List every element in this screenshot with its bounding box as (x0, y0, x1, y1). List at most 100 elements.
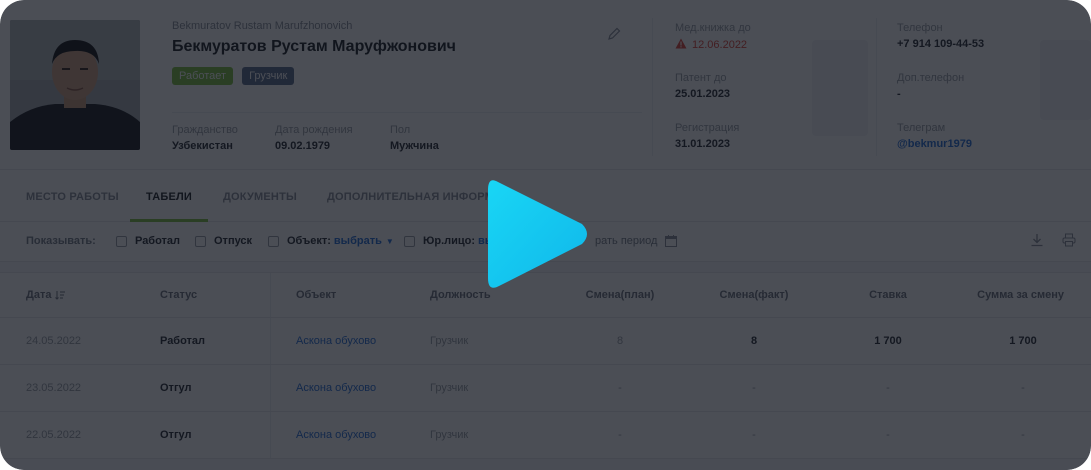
extra-phone-value: - (897, 88, 901, 100)
birth-date-value: 09.02.1979 (275, 140, 331, 152)
birth-date-label: Дата рождения (275, 124, 353, 136)
employee-name: Бекмуратов Рустам Маруфжонович (172, 38, 456, 55)
edit-icon[interactable] (606, 26, 622, 42)
extra-phone-label: Доп.телефон (897, 72, 965, 84)
filter-legal-entity[interactable]: Юр.лицо: вы (404, 235, 494, 247)
filter-object[interactable]: Объект: выбрать ▼ (268, 235, 394, 247)
status-badge: Работает (172, 67, 234, 85)
document-preview[interactable] (812, 40, 868, 136)
cell-status: Отгул (160, 382, 192, 394)
cell-object-link[interactable]: Аскона обухово (296, 412, 376, 458)
table-row[interactable]: 22.05.2022 Отгул Аскона обухово Грузчик … (0, 412, 1091, 459)
show-label: Показывать: (26, 235, 96, 247)
cell-fact: - (752, 429, 756, 441)
cell-rate: - (886, 382, 890, 394)
badge-group: Работает Грузчик (172, 67, 295, 85)
patent-label: Патент до (675, 72, 727, 84)
tab-workplace[interactable]: МЕСТО РАБОТЫ (26, 191, 119, 203)
birth-date-field: Дата рождения 09.02.1979 (275, 124, 353, 152)
period-picker[interactable]: рать период (595, 235, 657, 247)
citizenship-value: Узбекистан (172, 140, 233, 152)
table-row[interactable]: 24.05.2022 Работал Аскона обухово Грузчи… (0, 318, 1091, 365)
filter-worked[interactable]: Работал (116, 235, 180, 247)
divider (876, 18, 877, 156)
cell-sum: - (1021, 382, 1025, 394)
cell-date: 23.05.2022 (26, 382, 82, 394)
sort-icon[interactable] (55, 290, 66, 300)
gender-field: Пол Мужчина (390, 124, 439, 152)
tab-additional-info[interactable]: ДОПОЛНИТЕЛЬНАЯ ИНФОРМ (327, 191, 494, 203)
filter-vacation[interactable]: Отпуск (195, 235, 252, 247)
cell-plan: 8 (616, 335, 624, 347)
cell-object-link[interactable]: Аскона обухово (296, 318, 376, 364)
tab-timesheets[interactable]: ТАБЕЛИ (146, 191, 192, 203)
cell-object-link[interactable]: Аскона обухово (296, 365, 376, 411)
cell-date: 24.05.2022 (26, 335, 82, 347)
cell-sum: 1 700 (1009, 335, 1037, 347)
cell-position: Грузчик (430, 382, 469, 394)
patent-value: 25.01.2023 (675, 88, 731, 100)
cell-position: Грузчик (430, 335, 469, 347)
cell-date: 22.05.2022 (26, 429, 82, 441)
print-icon[interactable] (1062, 233, 1076, 247)
warning-icon (675, 38, 687, 49)
cell-sum: - (1021, 429, 1025, 441)
cell-plan: - (618, 382, 622, 394)
column-header-object: Объект (296, 289, 337, 301)
telegram-label: Телеграм (897, 122, 946, 134)
screen: Bekmuratov Rustam Marufzhonovich Бекмура… (0, 0, 1091, 470)
med-book-field: Мед.книжка до 12.06.2022 (675, 22, 751, 51)
timesheet-table: Дата Статус Объект Должность Смена(план)… (0, 272, 1091, 459)
extra-phone-field: Доп.телефон - (897, 72, 964, 100)
registration-value: 31.01.2023 (675, 138, 731, 150)
telegram-link[interactable]: @bekmur1979 (897, 138, 972, 150)
worked-checkbox[interactable] (116, 235, 127, 247)
object-checkbox[interactable] (268, 235, 279, 247)
cell-fact: 8 (750, 335, 758, 347)
divider (172, 112, 642, 113)
chevron-down-icon: ▼ (385, 236, 394, 246)
column-header-date[interactable]: Дата (26, 273, 66, 317)
column-header-position: Должность (430, 289, 491, 301)
cell-fact: - (752, 382, 756, 394)
legal-entity-checkbox[interactable] (404, 235, 415, 247)
med-book-label: Мед.книжка до (675, 22, 751, 34)
filter-period[interactable]: рать период (595, 235, 678, 247)
column-header-status: Статус (160, 289, 198, 301)
latin-name: Bekmuratov Rustam Marufzhonovich (172, 20, 353, 32)
document-preview[interactable] (1040, 40, 1091, 120)
phone-field: Телефон +7 914 109-44-53 (897, 22, 984, 50)
registration-label: Регистрация (675, 122, 740, 134)
role-badge: Грузчик (242, 67, 295, 85)
med-book-date: 12.06.2022 (692, 39, 748, 51)
cell-position: Грузчик (430, 429, 469, 441)
column-divider (270, 412, 271, 458)
citizenship-label: Гражданство (172, 124, 238, 136)
patent-field: Патент до 25.01.2023 (675, 72, 730, 100)
column-header-sum: Сумма за смену (977, 289, 1064, 301)
telegram-field: Телеграм @bekmur1979 (897, 122, 972, 150)
citizenship-field: Гражданство Узбекистан (172, 124, 238, 152)
column-divider (270, 318, 271, 364)
legal-entity-label: Юр.лицо: (423, 235, 476, 247)
table-row[interactable]: 23.05.2022 Отгул Аскона обухово Грузчик … (0, 365, 1091, 412)
cell-status: Работал (160, 335, 206, 347)
worked-label: Работал (135, 235, 181, 247)
divider (652, 18, 653, 156)
download-icon[interactable] (1030, 233, 1044, 247)
avatar (10, 20, 140, 150)
column-header-fact: Смена(факт) (719, 289, 789, 301)
object-select[interactable]: выбрать (334, 235, 382, 247)
cell-plan: - (618, 429, 622, 441)
column-divider (270, 273, 271, 317)
vacation-checkbox[interactable] (195, 235, 206, 247)
object-label: Объект: (287, 235, 331, 247)
vacation-label: Отпуск (214, 235, 253, 247)
filter-show-label: Показывать: (26, 235, 96, 247)
play-icon[interactable] (488, 168, 592, 300)
tab-documents[interactable]: ДОКУМЕНТЫ (223, 191, 297, 203)
column-header-rate: Ставка (869, 289, 907, 301)
cell-rate: - (886, 429, 890, 441)
phone-value: +7 914 109-44-53 (897, 38, 985, 50)
calendar-icon[interactable] (665, 235, 678, 247)
